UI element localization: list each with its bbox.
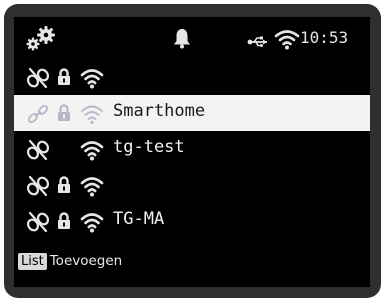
wifi-signal-icon	[80, 67, 104, 93]
lock-icon	[57, 68, 71, 90]
network-ssid: tg-test	[113, 137, 185, 157]
softkey-bar: List Toevoegen	[14, 245, 370, 277]
network-row-4[interactable]	[14, 167, 370, 203]
network-ssid: TG-MA	[113, 209, 165, 229]
wifi-icon	[274, 28, 300, 54]
network-row-1[interactable]	[14, 59, 370, 95]
wifi-signal-icon	[80, 211, 104, 237]
wifi-signal-icon	[80, 103, 104, 129]
list-softkey[interactable]: List	[18, 252, 47, 270]
link-icon	[26, 103, 50, 129]
link-icon	[26, 211, 50, 237]
gears-icon[interactable]	[24, 25, 58, 57]
bell-icon	[171, 27, 193, 53]
link-icon	[26, 67, 50, 93]
wifi-signal-icon	[80, 175, 104, 201]
network-ssid: Smarthome	[113, 101, 206, 121]
link-icon	[26, 175, 50, 201]
device-screen: 10:53 Smarthome tg-test TG-MA List Toevo…	[14, 17, 370, 287]
network-row-3[interactable]: tg-test	[14, 131, 370, 167]
lock-icon	[57, 104, 71, 126]
wifi-signal-icon	[80, 139, 104, 165]
status-bar: 10:53	[14, 17, 370, 59]
clock-time: 10:53	[300, 28, 349, 47]
network-row-2[interactable]: Smarthome	[14, 95, 370, 131]
network-list: Smarthome tg-test TG-MA	[14, 59, 370, 239]
network-row-5[interactable]: TG-MA	[14, 203, 370, 239]
add-softkey[interactable]: Toevoegen	[50, 253, 123, 269]
lock-icon	[57, 176, 71, 198]
link-icon	[26, 139, 50, 165]
lock-icon	[57, 212, 71, 234]
usb-icon	[247, 33, 269, 52]
